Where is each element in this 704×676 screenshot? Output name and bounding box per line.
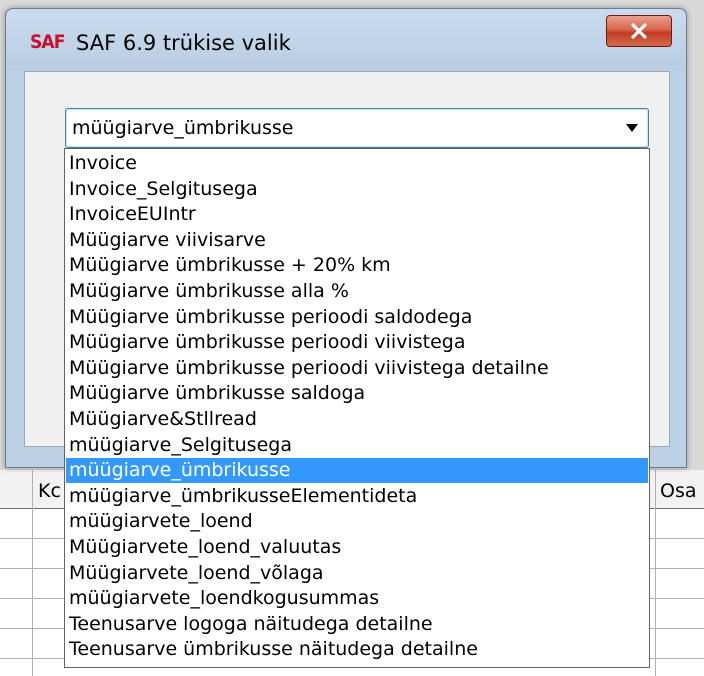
dropdown-item[interactable]: Teenusarve ümbrikusse näitudega detailne — [66, 637, 648, 662]
dropdown-item[interactable]: müügiarve_Selgitusega — [66, 433, 648, 458]
dropdown-item[interactable]: Müügiarvete_loend_võlaga — [66, 561, 648, 586]
app-logo: SAF — [30, 31, 65, 53]
dropdown-item[interactable]: Teenusarve logoga näitudega detailne — [66, 612, 648, 637]
dropdown-item[interactable]: Müügiarve ümbrikusse alla % — [66, 279, 648, 304]
dropdown-item[interactable]: Invoice_Selgitusega — [66, 177, 648, 202]
close-icon — [631, 23, 647, 39]
table-header-cell-right[interactable]: Osa — [660, 480, 697, 502]
dropdown-item[interactable]: müügiarve_ümbrikusseElementideta — [66, 484, 648, 509]
close-button[interactable] — [606, 15, 672, 47]
dropdown-item[interactable]: Müügiarve ümbrikusse saldoga — [66, 381, 648, 406]
dropdown-item[interactable]: Müügiarvete_loend_valuutas — [66, 535, 648, 560]
dialog-titlebar[interactable]: SAF SAF 6.9 trükise valik — [6, 9, 686, 71]
report-select[interactable]: müügiarve_ümbrikusse — [65, 108, 649, 148]
chevron-down-icon[interactable] — [626, 124, 638, 132]
report-select-value: müügiarve_ümbrikusse — [72, 117, 294, 139]
dialog-title: SAF 6.9 trükise valik — [76, 31, 291, 55]
report-dropdown-list: Invoice Invoice_Selgitusega InvoiceEUIntr M… — [64, 148, 650, 668]
dropdown-item[interactable]: Invoice — [66, 151, 648, 176]
dropdown-item[interactable]: Müügiarve ümbrikusse + 20% km — [66, 253, 648, 278]
dropdown-item[interactable]: Müügiarve ümbrikusse perioodi saldodega — [66, 305, 648, 330]
dropdown-item[interactable]: Müügiarve viivisarve — [66, 228, 648, 253]
dropdown-item[interactable]: müügiarvete_loend — [66, 509, 648, 534]
dropdown-item[interactable]: müügiarvete_loendkogusummas — [66, 586, 648, 611]
table-column-divider — [32, 470, 33, 676]
table-header-cell-left[interactable]: Kc — [38, 480, 61, 502]
dropdown-item[interactable]: Müügiarve&Stllread — [66, 407, 648, 432]
dropdown-item[interactable]: Müügiarve ümbrikusse perioodi viivistega… — [66, 356, 648, 381]
table-column-divider — [655, 470, 656, 676]
dropdown-item-selected[interactable]: müügiarve_ümbrikusse — [66, 458, 648, 484]
dropdown-item[interactable]: Müügiarve ümbrikusse perioodi viivistega — [66, 330, 648, 355]
dropdown-item[interactable]: InvoiceEUIntr — [66, 202, 648, 227]
